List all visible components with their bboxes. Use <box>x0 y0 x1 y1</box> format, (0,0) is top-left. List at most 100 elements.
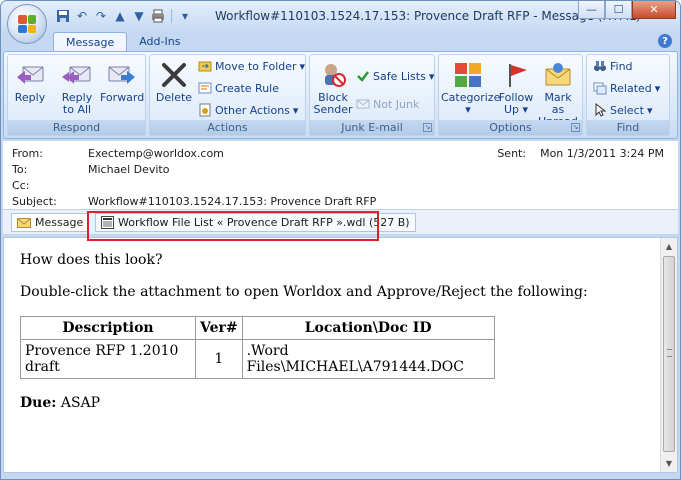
cc-label: Cc: <box>12 179 30 192</box>
due-label: Due: <box>20 395 57 411</box>
window-controls: — ☐ ✕ <box>578 1 676 19</box>
chevron-down-icon: ▾ <box>646 103 653 117</box>
delete-button[interactable]: Delete <box>154 61 194 104</box>
move-to-folder-button[interactable]: Move to Folder ▾ <box>198 59 305 73</box>
group-actions-label: Actions <box>150 120 305 135</box>
options-dialog-launcher-icon[interactable]: ↘ <box>571 123 580 132</box>
envelope-icon <box>17 217 31 228</box>
table-cell-location: .Word Files\MICHAEL\A791444.DOC <box>241 339 495 379</box>
forward-icon <box>108 66 135 84</box>
customize-icon[interactable]: ▾ <box>177 8 193 24</box>
attachment-highlight-box <box>87 211 379 241</box>
group-actions: Delete Move to Folder ▾ Create Rule Other… <box>149 54 306 136</box>
mark-unread-label-1: Mark as <box>544 91 572 116</box>
body-line-2: Double-click the attachment to open Worl… <box>20 284 588 300</box>
print-icon[interactable] <box>150 8 166 24</box>
vertical-scrollbar[interactable]: ▲ ▼ <box>660 238 677 472</box>
sent-info: Sent: Mon 1/3/2011 3:24 PM <box>497 147 664 160</box>
scroll-up-icon[interactable]: ▲ <box>663 240 675 252</box>
chevron-down-icon: ▾ <box>522 103 529 116</box>
safe-lists-button[interactable]: Safe Lists ▾ <box>356 69 434 83</box>
scroll-down-icon[interactable]: ▼ <box>663 457 675 469</box>
select-cursor-icon <box>595 103 607 117</box>
workflow-table: Description Ver# Location\Doc ID Provenc… <box>20 316 495 379</box>
chevron-down-icon: ▾ <box>428 69 435 83</box>
help-icon[interactable]: ? <box>658 34 672 48</box>
safe-lists-icon <box>357 71 369 82</box>
table-header-description: Description <box>20 316 196 340</box>
reply-all-label-2: to All <box>62 103 92 116</box>
create-rule-button[interactable]: Create Rule <box>198 81 279 95</box>
find-label: Find <box>610 59 633 73</box>
block-sender-icon <box>325 64 346 87</box>
reply-all-icon <box>62 66 91 84</box>
chevron-down-icon: ▾ <box>292 103 299 117</box>
forward-button[interactable]: Forward <box>100 61 144 104</box>
follow-up-label-2: Up <box>503 103 519 116</box>
forward-label: Forward <box>100 91 145 104</box>
delete-icon <box>162 63 186 87</box>
delete-label: Delete <box>155 91 193 104</box>
scrollbar-thumb[interactable] <box>663 256 675 452</box>
not-junk-button[interactable]: Not Junk <box>356 97 419 111</box>
close-button[interactable]: ✕ <box>632 1 676 19</box>
follow-up-button[interactable]: Follow Up ▾ <box>497 61 535 116</box>
previous-item-icon[interactable]: ▲ <box>112 8 128 24</box>
mark-as-unread-button[interactable]: Mark as Unread <box>537 61 579 128</box>
title-bar: ↶ ↷ ▲ ▼ ▾ Workflow#110103.1524.17.153: P… <box>1 1 680 31</box>
binoculars-icon <box>594 61 606 71</box>
minimize-button[interactable]: — <box>578 1 605 19</box>
qat-separator <box>171 9 172 23</box>
reply-label: Reply <box>14 91 46 104</box>
find-button[interactable]: Find <box>593 59 633 73</box>
group-find: Find Related ▾ Select ▾ Find <box>586 54 670 136</box>
junk-email-dialog-launcher-icon[interactable]: ↘ <box>423 123 432 132</box>
ribbon-tabs: Message Add-Ins <box>53 32 192 52</box>
window-bottom-border <box>1 473 680 479</box>
other-actions-button[interactable]: Other Actions ▾ <box>198 103 298 117</box>
tab-add-ins[interactable]: Add-Ins <box>127 32 192 52</box>
tab-message[interactable]: Message <box>53 32 128 52</box>
group-options: Categorize ▾ Follow Up ▾ Mark as Unread <box>438 54 583 136</box>
chevron-down-icon: ▾ <box>654 81 661 95</box>
next-item-icon[interactable]: ▼ <box>131 8 147 24</box>
outlook-message-window: ↶ ↷ ▲ ▼ ▾ Workflow#110103.1524.17.153: P… <box>0 0 681 480</box>
categorize-button[interactable]: Categorize ▾ <box>441 61 500 116</box>
redo-icon[interactable]: ↷ <box>93 8 109 24</box>
chevron-down-icon: ▾ <box>299 59 306 73</box>
table-row: Provence RFP 1.2010 draft 1 .Word Files\… <box>20 339 495 379</box>
due-value: ASAP <box>56 395 101 411</box>
related-button[interactable]: Related ▾ <box>593 81 660 95</box>
group-junk-email-label: Junk E-mail <box>310 120 434 135</box>
office-logo-icon <box>18 15 36 33</box>
message-body-button[interactable]: Message <box>11 213 90 232</box>
subject-label: Subject: <box>12 195 57 208</box>
reply-all-button[interactable]: Reply to All <box>58 61 96 116</box>
not-junk-icon <box>356 99 370 109</box>
grip-icon <box>667 349 672 357</box>
window-title: Workflow#110103.1524.17.153: Provence Dr… <box>215 9 641 23</box>
message-body[interactable]: How does this look? Double-click the att… <box>3 237 678 473</box>
block-sender-button[interactable]: Block Sender <box>313 61 353 116</box>
ribbon: Reply Reply to All Forward Respond Delet… <box>3 51 678 139</box>
office-button[interactable] <box>7 4 47 44</box>
undo-icon[interactable]: ↶ <box>74 8 90 24</box>
reply-button[interactable]: Reply <box>12 61 48 104</box>
body-line-1: How does this look? <box>20 252 163 268</box>
group-options-label: Options <box>439 120 582 135</box>
from-value[interactable]: Exectemp@worldox.com <box>88 147 224 160</box>
group-respond: Reply Reply to All Forward Respond <box>7 54 146 136</box>
from-label: From: <box>12 147 43 160</box>
table-cell-description: Provence RFP 1.2010 draft <box>20 339 196 379</box>
to-value[interactable]: Michael Devito <box>88 163 169 176</box>
select-label: Select <box>610 103 644 117</box>
quick-access-toolbar: ↶ ↷ ▲ ▼ ▾ <box>55 8 193 24</box>
message-content: How does this look? Double-click the att… <box>20 252 640 427</box>
maximize-button[interactable]: ☐ <box>605 1 632 19</box>
group-junk-email: Block Sender Safe Lists ▾ Not Junk Junk E… <box>309 54 435 136</box>
save-icon[interactable] <box>55 8 71 24</box>
table-cell-version: 1 <box>195 339 243 379</box>
related-icon <box>593 82 607 95</box>
chevron-down-icon: ▾ <box>465 103 471 116</box>
select-button[interactable]: Select ▾ <box>593 103 652 117</box>
